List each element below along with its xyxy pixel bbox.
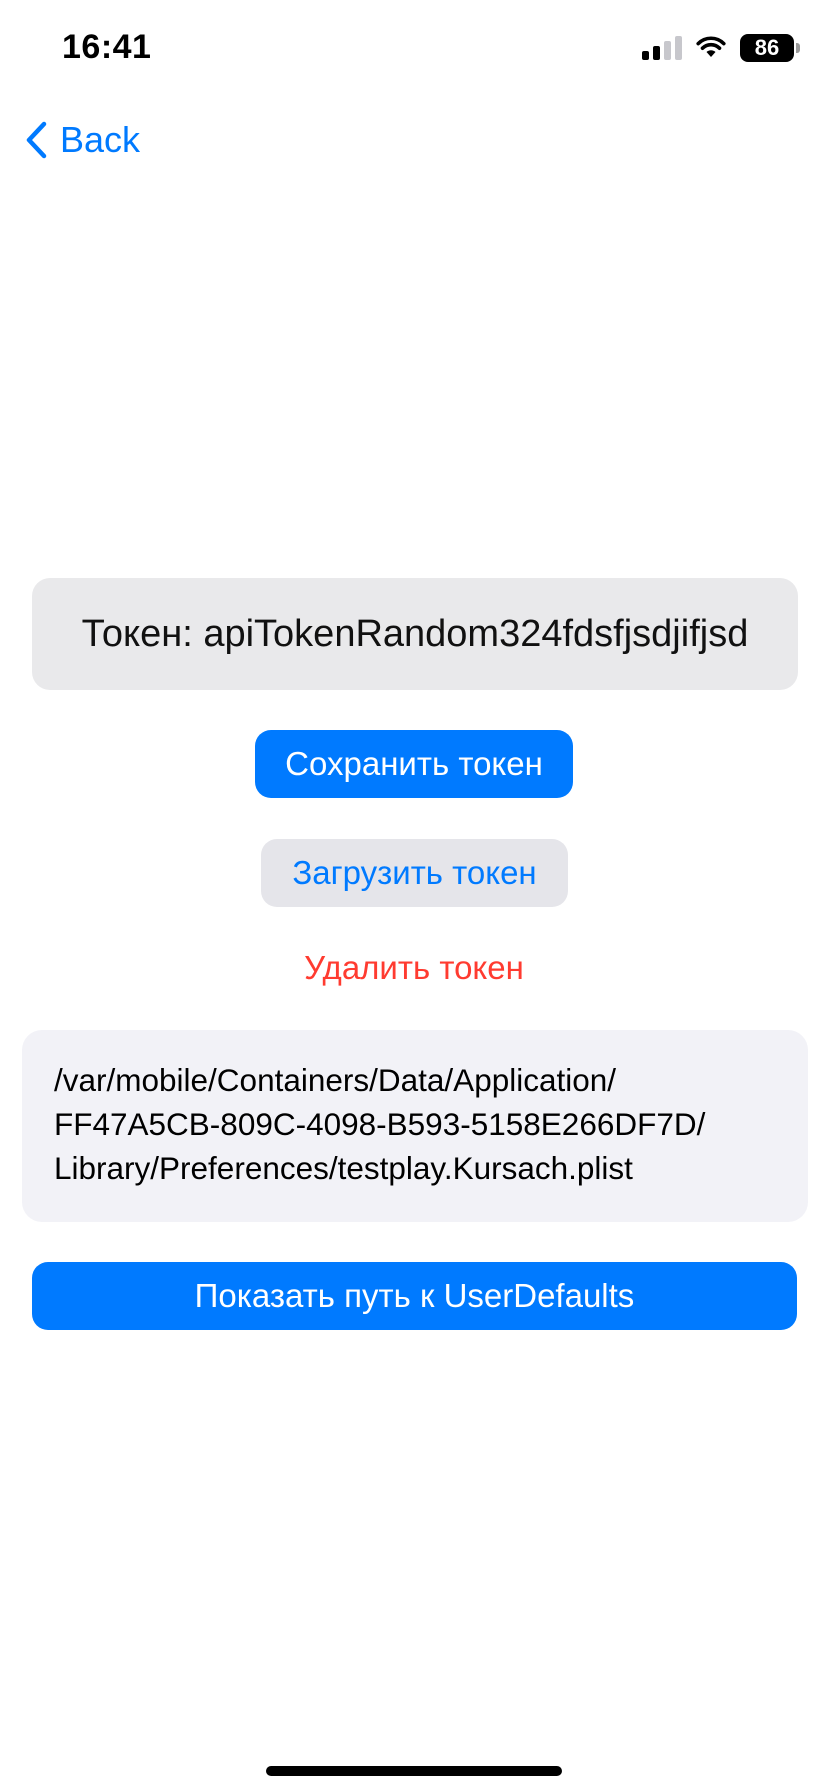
show-userdefaults-path-button[interactable]: Показать путь к UserDefaults — [32, 1262, 797, 1330]
token-display: Токен: apiTokenRandom324fdsfjsdjifjsd — [32, 578, 798, 690]
userdefaults-path: /var/mobile/Containers/Data/Application/… — [22, 1030, 808, 1222]
battery-level: 86 — [754, 35, 780, 60]
back-label: Back — [60, 119, 141, 160]
path-line: Library/Preferences/testplay.Kursach.pli… — [54, 1150, 633, 1186]
save-token-button[interactable]: Сохранить токен — [255, 730, 573, 798]
battery-icon: 86 — [740, 34, 800, 62]
back-button[interactable]: Back — [24, 116, 140, 164]
cellular-signal-icon — [642, 36, 682, 60]
delete-token-button[interactable]: Удалить токен — [280, 940, 548, 996]
status-time: 16:41 — [62, 28, 152, 66]
status-bar: 16:41 86 — [0, 0, 828, 100]
status-icons: 86 — [642, 34, 800, 62]
load-token-button[interactable]: Загрузить токен — [261, 839, 568, 907]
wifi-icon — [696, 36, 726, 57]
path-line: /var/mobile/Containers/Data/Application/ — [54, 1062, 617, 1098]
chevron-left-icon — [26, 121, 47, 159]
home-indicator[interactable] — [266, 1766, 562, 1776]
path-line: FF47A5CB-809C-4098-B593-5158E266DF7D/ — [54, 1106, 706, 1142]
